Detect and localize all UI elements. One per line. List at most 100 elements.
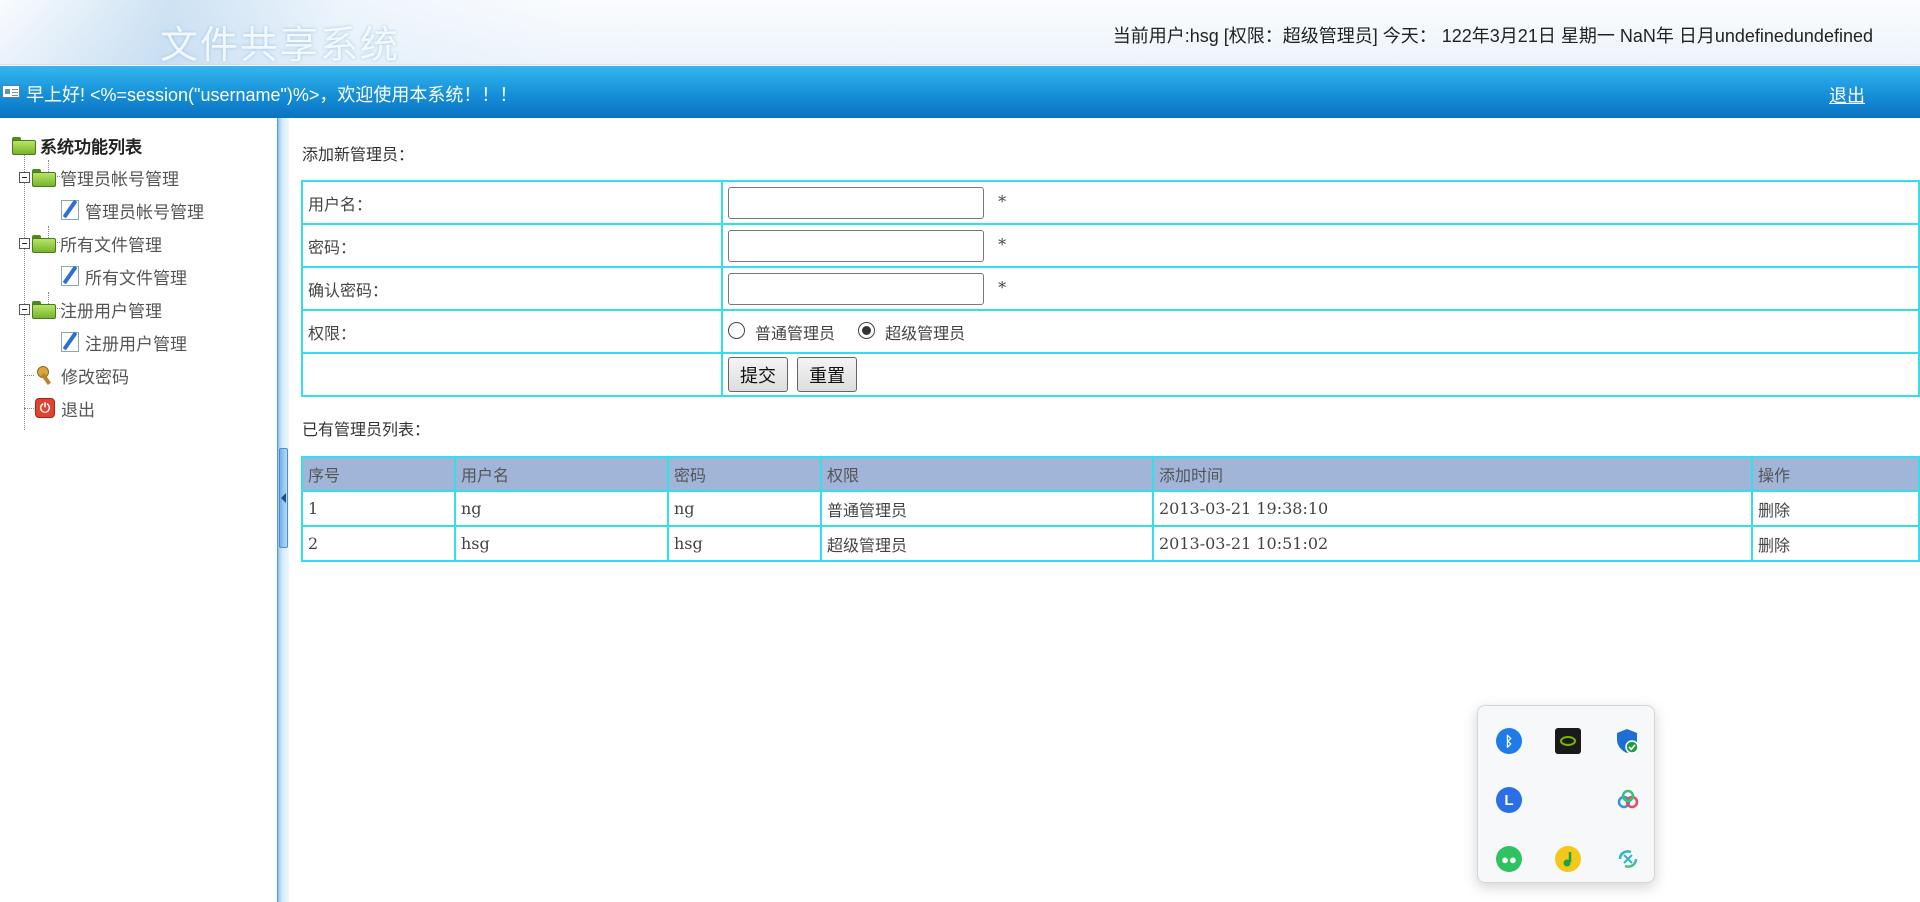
edit-document-icon <box>61 332 79 352</box>
tree-item-label: 退出 <box>61 400 95 421</box>
form-row-password: 密码： * <box>301 223 1920 268</box>
confirm-password-cell: * <box>721 266 1920 311</box>
admin-list-table: 序号 用户名 密码 权限 添加时间 操作 1 ng ng 普通管理员 2013-… <box>301 456 1920 562</box>
cell-password: hsg <box>667 525 822 562</box>
radio-label: 超级管理员 <box>885 323 966 343</box>
tree-item-admin-accounts[interactable]: 管理员帐号管理 <box>61 197 204 223</box>
add-admin-form: 用户名： * 密码： * 确认密码： * 权限： 普通管理员 超级管理员 提交 … <box>301 180 1920 397</box>
greeting-bar: 早上好! <%=session("username")%>，欢迎使用本系统！！！… <box>0 66 1920 118</box>
cell-password: ng <box>667 490 822 527</box>
delete-link[interactable]: 删除 <box>1751 525 1920 562</box>
main-content: 添加新管理员： 用户名： * 密码： * 确认密码： * 权限： 普通管理员 超… <box>289 118 1920 902</box>
sync-icon[interactable] <box>1615 846 1641 872</box>
cell-username: hsg <box>454 525 669 562</box>
form-row-confirm: 确认密码： * <box>301 266 1920 311</box>
tree-root-label: 系统功能列表 <box>40 137 142 158</box>
password-input[interactable] <box>728 229 984 262</box>
tree-line <box>24 375 34 376</box>
tree-group-label: 注册用户管理 <box>60 301 162 322</box>
tree-item-change-password[interactable]: 修改密码 <box>35 362 129 388</box>
system-tray-popup: ᛒ L ●● <box>1477 705 1655 883</box>
permission-cell: 普通管理员 超级管理员 <box>721 309 1920 354</box>
collapse-sidebar-handle[interactable] <box>279 448 288 548</box>
radio-button-selected[interactable] <box>858 322 876 339</box>
qq-music-icon[interactable] <box>1555 846 1581 872</box>
tree-group-files[interactable]: 所有文件管理 <box>19 230 162 256</box>
column-header: 权限 <box>820 456 1154 492</box>
table-header-row: 序号 用户名 密码 权限 添加时间 操作 <box>301 456 1920 492</box>
radio-super-admin[interactable]: 超级管理员 <box>858 320 965 344</box>
add-admin-title: 添加新管理员： <box>302 145 415 164</box>
folder-open-icon <box>32 301 56 319</box>
wechat-icon[interactable]: ●● <box>1496 846 1522 872</box>
key-icon <box>35 365 55 385</box>
windows-security-icon[interactable] <box>1615 728 1639 754</box>
cell-index: 1 <box>301 490 456 527</box>
collapse-icon[interactable] <box>19 237 30 249</box>
form-row-actions: 提交 重置 <box>301 352 1920 397</box>
confirm-password-label: 确认密码： <box>301 266 723 311</box>
logout-link[interactable]: 退出 <box>1829 82 1865 108</box>
column-header: 用户名 <box>454 456 669 492</box>
edit-document-icon <box>61 266 79 286</box>
column-header: 密码 <box>667 456 822 492</box>
collapse-icon[interactable] <box>19 171 30 183</box>
system-title: 文件共享系统 <box>160 23 401 67</box>
form-row-username: 用户名： * <box>301 180 1920 225</box>
cell-added-time: 2013-03-21 19:38:10 <box>1152 490 1753 527</box>
current-user-info: 当前用户:hsg [权限：超级管理员] 今天： 122年3月21日 星期一 Na… <box>1112 26 1873 46</box>
cell-index: 2 <box>301 525 456 562</box>
folder-open-icon <box>12 137 36 155</box>
tree-group-admin[interactable]: 管理员帐号管理 <box>19 164 179 190</box>
tree-item-label: 管理员帐号管理 <box>85 202 204 223</box>
sidebar-splitter[interactable] <box>277 118 289 902</box>
top-header: 文件共享系统 当前用户:hsg [权限：超级管理员] 今天： 122年3月21日… <box>0 0 1920 67</box>
nvidia-icon[interactable] <box>1555 728 1581 754</box>
column-header: 操作 <box>1751 456 1920 492</box>
cloud-drive-icon[interactable] <box>1615 787 1641 813</box>
folder-open-icon <box>32 235 56 253</box>
permission-label: 权限： <box>301 309 723 354</box>
cell-permission: 超级管理员 <box>820 525 1154 562</box>
required-mark: * <box>998 235 1007 254</box>
tree-group-users[interactable]: 注册用户管理 <box>19 296 162 322</box>
confirm-password-input[interactable] <box>728 272 984 305</box>
tree-item-all-files[interactable]: 所有文件管理 <box>61 263 187 289</box>
username-input[interactable] <box>728 186 984 219</box>
tree-group-label: 所有文件管理 <box>60 235 162 256</box>
admin-list-title: 已有管理员列表： <box>302 420 431 439</box>
id-card-icon <box>2 85 20 98</box>
tree-item-registered-users[interactable]: 注册用户管理 <box>61 329 187 355</box>
username-label: 用户名： <box>301 180 723 225</box>
delete-link[interactable]: 删除 <box>1751 490 1920 527</box>
bluetooth-icon[interactable]: ᛒ <box>1496 728 1522 754</box>
tree-group-label: 管理员帐号管理 <box>60 169 179 190</box>
column-header: 添加时间 <box>1152 456 1753 492</box>
reset-button[interactable]: 重置 <box>797 357 858 392</box>
tree-item-label: 所有文件管理 <box>85 268 187 289</box>
submit-button[interactable]: 提交 <box>728 357 788 392</box>
cell-permission: 普通管理员 <box>820 490 1154 527</box>
table-row: 2 hsg hsg 超级管理员 2013-03-21 10:51:02 删除 <box>301 525 1920 562</box>
empty-cell <box>301 352 723 397</box>
required-mark: * <box>998 278 1007 297</box>
lark-icon[interactable]: L <box>1496 787 1522 813</box>
tree-root[interactable]: 系统功能列表 <box>12 132 142 158</box>
tree-item-label: 修改密码 <box>61 367 129 388</box>
column-header: 序号 <box>301 456 456 492</box>
radio-button[interactable] <box>728 322 745 339</box>
cell-added-time: 2013-03-21 10:51:02 <box>1152 525 1753 562</box>
form-row-permission: 权限： 普通管理员 超级管理员 <box>301 309 1920 354</box>
power-icon: ⏻ <box>35 398 55 418</box>
tree-line <box>24 408 34 409</box>
actions-cell: 提交 重置 <box>721 352 1920 397</box>
password-cell: * <box>721 223 1920 268</box>
table-row: 1 ng ng 普通管理员 2013-03-21 19:38:10 删除 <box>301 490 1920 527</box>
cell-username: ng <box>454 490 669 527</box>
username-cell: * <box>721 180 1920 225</box>
collapse-icon[interactable] <box>19 303 30 315</box>
tree-item-exit[interactable]: ⏻ 退出 <box>35 395 95 421</box>
radio-normal-admin[interactable]: 普通管理员 <box>728 320 835 344</box>
folder-open-icon <box>32 169 56 187</box>
required-mark: * <box>998 192 1007 211</box>
